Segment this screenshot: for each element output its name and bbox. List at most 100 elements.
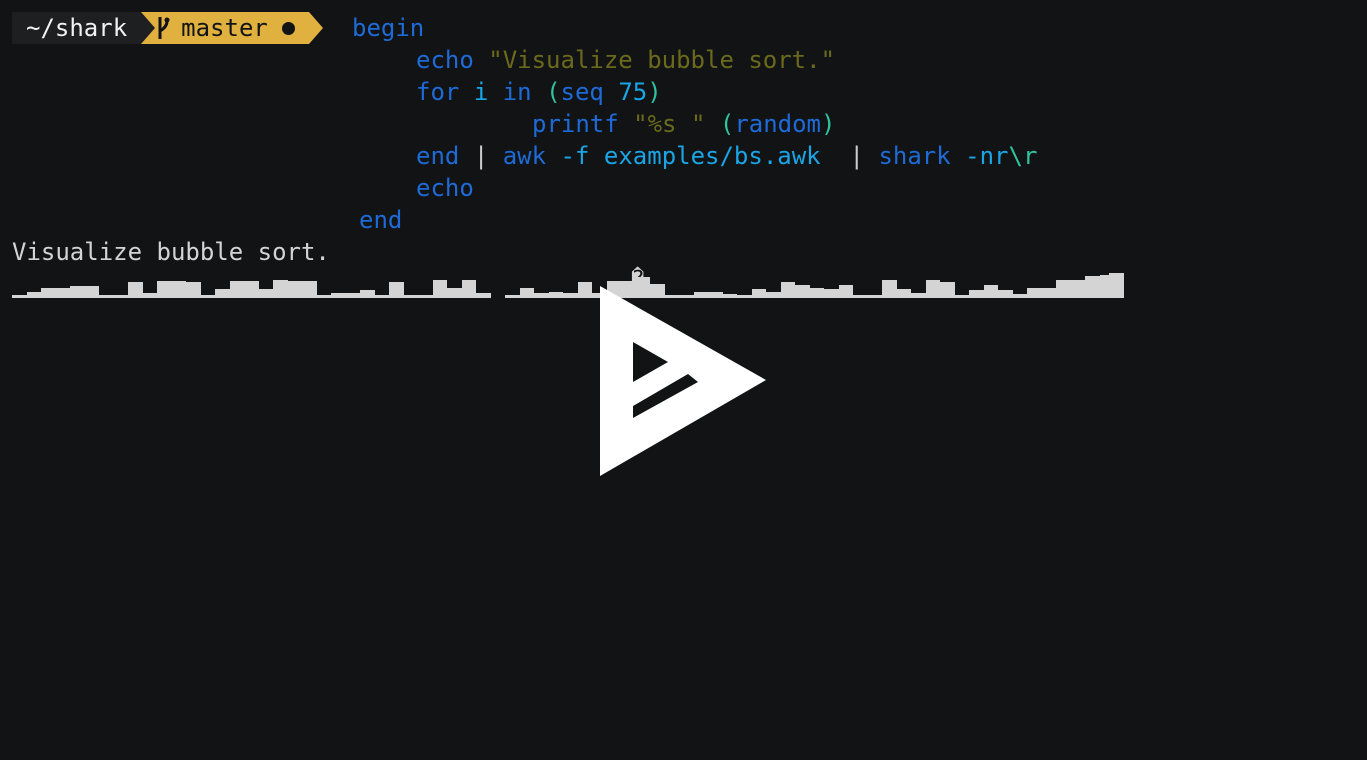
keyword: in — [502, 78, 532, 106]
prompt-directory: ~/shark — [12, 12, 142, 44]
sparkline-bar — [534, 292, 549, 298]
sparkline-bar — [360, 290, 375, 298]
sparkline-bar — [1085, 275, 1100, 298]
sparkline-bar — [26, 291, 41, 298]
option: -nr — [965, 142, 1009, 170]
sparkline-bar — [418, 295, 433, 298]
sparkline-bar — [331, 292, 346, 298]
command: shark — [878, 142, 951, 170]
sparkline-bar — [200, 295, 215, 298]
sparkline-bar — [258, 288, 273, 298]
keyword: end — [416, 142, 460, 170]
sparkline-bar — [911, 292, 926, 298]
sparkline-bar — [55, 287, 70, 298]
sparkline-bar — [809, 287, 824, 298]
sparkline-bar — [940, 282, 955, 298]
argument: examples/bs.awk — [603, 142, 821, 170]
sparkline-bar — [41, 287, 56, 298]
sparkline-bar — [766, 291, 781, 298]
sparkline-bar — [142, 292, 157, 298]
command: random — [734, 110, 822, 138]
terminal: ~/shark master begin echo "Visualize bub… — [0, 0, 1367, 760]
code-line-for: for i in (seq 75) — [416, 76, 662, 108]
sparkline-bar — [867, 295, 882, 298]
keyword: begin — [352, 14, 425, 42]
sparkline-bar — [244, 281, 259, 298]
sparkline-bar — [99, 295, 114, 298]
sparkline-bar — [84, 286, 99, 298]
code-line-begin: begin — [352, 12, 424, 44]
sparkline-bar — [432, 279, 447, 298]
sparkline-bar — [273, 279, 288, 298]
asciinema-play-icon[interactable] — [598, 284, 768, 478]
sparkline-bar — [12, 295, 27, 298]
command: awk — [502, 142, 547, 170]
paren: ( — [719, 110, 735, 138]
sparkline-bar — [853, 295, 868, 298]
prompt-separator-icon — [308, 12, 323, 44]
command: echo — [416, 174, 474, 202]
string: "%s " — [633, 110, 706, 138]
sparkline-bar — [505, 295, 520, 298]
sparkline-bar — [1056, 279, 1071, 298]
sparkline-bar — [302, 281, 317, 298]
variable: i — [473, 78, 489, 106]
sparkline-bar — [519, 287, 534, 298]
sparkline-bar — [925, 279, 940, 298]
sparkline-bar — [577, 282, 592, 298]
code-line-end: end — [359, 204, 402, 236]
output-title: Visualize bubble sort. — [12, 238, 330, 266]
string: "Visualize bubble sort." — [488, 46, 836, 74]
code-line-pipeline: end | awk -f examples/bs.awk | shark -nr… — [416, 140, 1037, 172]
escape: \r — [1008, 142, 1038, 170]
sparkline-bar — [157, 281, 172, 298]
sparkline-bar — [316, 295, 331, 298]
sparkline-bar — [186, 282, 201, 298]
number: 75 — [618, 78, 648, 106]
sparkline-bar — [128, 282, 143, 298]
sparkline-bar — [113, 295, 128, 298]
prompt-separator-icon — [141, 12, 156, 44]
sparkline-bar — [287, 281, 302, 298]
sparkline-bar — [1041, 287, 1056, 298]
sparkline-bar — [824, 288, 839, 298]
dirty-dot-icon — [281, 21, 295, 35]
sparkline-bar — [374, 295, 389, 298]
prompt-git-segment: master — [141, 12, 309, 44]
sparkline-bar — [983, 285, 998, 298]
sparkline-bar — [969, 290, 984, 298]
sparkline-bar — [1070, 279, 1085, 298]
sparkline-bar — [389, 282, 404, 298]
code-line-echo2: echo — [416, 172, 474, 204]
sparkline-bar — [215, 288, 230, 298]
sparkline-bar — [171, 281, 186, 298]
code-line-echo: echo "Visualize bubble sort." — [416, 44, 835, 76]
pipe: | — [849, 142, 864, 170]
keyword: end — [359, 206, 403, 234]
keyword: for — [416, 78, 460, 106]
command: seq — [560, 78, 604, 106]
paren: ) — [647, 78, 662, 106]
git-branch-icon — [158, 17, 170, 39]
paren: ) — [821, 110, 836, 138]
sparkline-bar — [780, 282, 795, 298]
code-line-printf: printf "%s " (random) — [532, 108, 835, 140]
sparkline-bar — [896, 288, 911, 298]
terminal-cursor — [1109, 273, 1124, 298]
sparkline-bar — [70, 286, 85, 298]
sparkline-bar — [954, 295, 969, 298]
sparkline-bar — [1027, 287, 1042, 298]
sparkline-bar — [795, 285, 810, 298]
sparkline-bar — [229, 281, 244, 298]
prompt-branch-name: master — [181, 14, 268, 42]
paren: ( — [546, 78, 561, 106]
command: echo — [416, 46, 474, 74]
shell-prompt: ~/shark master — [12, 12, 323, 44]
sparkline-bar — [882, 279, 897, 298]
pipe: | — [473, 142, 489, 170]
sparkline-bar — [447, 287, 462, 298]
command: printf — [532, 110, 619, 138]
sparkline-bar — [476, 292, 491, 298]
sparkline-bar — [563, 292, 578, 298]
sparkline-output — [12, 268, 1142, 298]
